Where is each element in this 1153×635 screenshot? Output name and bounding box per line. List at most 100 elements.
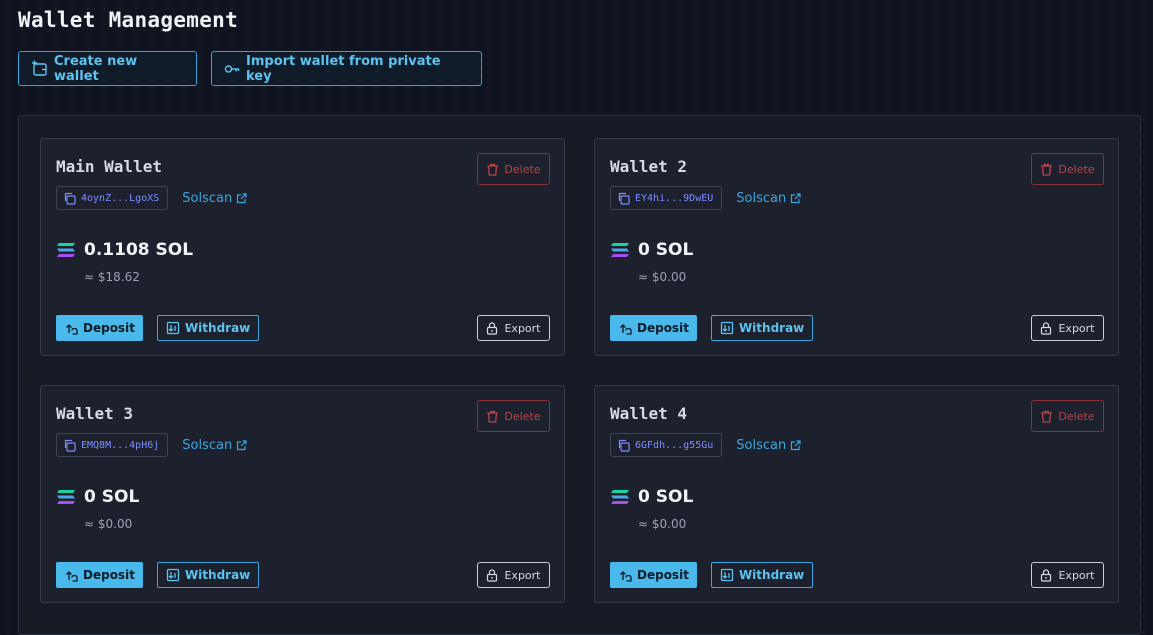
delete-label: Delete [504, 162, 541, 176]
solana-icon [56, 242, 76, 258]
solscan-label: Solscan [182, 437, 233, 453]
deposit-label: Deposit [83, 568, 135, 582]
delete-label: Delete [504, 409, 541, 423]
export-button[interactable]: Export [477, 315, 550, 341]
trash-icon [486, 163, 499, 176]
deposit-button[interactable]: Deposit [610, 562, 697, 588]
withdraw-label: Withdraw [184, 321, 251, 335]
copy-icon [617, 439, 630, 452]
withdraw-label: Withdraw [738, 321, 805, 335]
copy-icon [63, 439, 76, 452]
wallet-balance: 0 SOL [638, 487, 694, 507]
withdraw-icon [720, 568, 734, 582]
create-wallet-label: Create new wallet [54, 53, 138, 84]
withdraw-button[interactable]: Withdraw [156, 562, 260, 588]
solscan-label: Solscan [736, 437, 787, 453]
deposit-button[interactable]: Deposit [610, 315, 697, 341]
copy-address-button[interactable]: 6GFdh...g55Gu [610, 433, 723, 457]
solscan-link[interactable]: Solscan [736, 191, 801, 206]
wallet-card: Wallet 3 Delete EMQ8M...4pH6j Solscan 0 … [40, 385, 565, 603]
trash-icon [1040, 163, 1053, 176]
external-link-icon [790, 439, 801, 451]
export-label: Export [1058, 321, 1095, 335]
lock-icon [486, 321, 498, 335]
delete-label: Delete [1058, 409, 1095, 423]
key-icon [224, 61, 240, 77]
external-link-icon [790, 192, 801, 204]
withdraw-button[interactable]: Withdraw [710, 562, 814, 588]
wallet-card: Wallet 2 Delete EY4hi...9DwEU Solscan 0 … [594, 138, 1119, 356]
wallet-address: EMQ8M...4pH6j [81, 439, 160, 451]
trash-icon [1040, 410, 1053, 423]
copy-address-button[interactable]: 4oynZ...LgoXS [56, 186, 169, 210]
external-link-icon [236, 439, 247, 451]
export-label: Export [1058, 568, 1095, 582]
solana-icon [610, 242, 630, 258]
page-title: Wallet Management [18, 8, 239, 32]
wallet-usd-value: ≈ $18.62 [84, 270, 140, 284]
trash-icon [486, 410, 499, 423]
wallet-card: Wallet 4 Delete 6GFdh...g55Gu Solscan 0 … [594, 385, 1119, 603]
export-button[interactable]: Export [1031, 315, 1104, 341]
solscan-label: Solscan [736, 190, 787, 206]
wallet-name: Main Wallet [56, 157, 162, 176]
wallet-balance: 0 SOL [84, 487, 140, 507]
deposit-label: Deposit [637, 568, 689, 582]
wallet-balance: 0 SOL [638, 240, 694, 260]
create-wallet-button[interactable]: Create new wallet [18, 51, 197, 86]
wallet-address: EY4hi...9DwEU [635, 192, 714, 204]
delete-button[interactable]: Delete [477, 153, 550, 185]
copy-address-button[interactable]: EY4hi...9DwEU [610, 186, 723, 210]
export-label: Export [504, 568, 541, 582]
import-wallet-label: Import wallet from private key [246, 53, 441, 84]
deposit-label: Deposit [637, 321, 689, 335]
wallet-usd-value: ≈ $0.00 [638, 517, 687, 531]
delete-label: Delete [1058, 162, 1095, 176]
withdraw-label: Withdraw [738, 568, 805, 582]
copy-icon [617, 192, 630, 205]
wallet-address: 6GFdh...g55Gu [635, 439, 714, 451]
delete-button[interactable]: Delete [1031, 153, 1104, 185]
copy-address-button[interactable]: EMQ8M...4pH6j [56, 433, 169, 457]
deposit-icon [64, 321, 78, 335]
wallet-name: Wallet 3 [56, 404, 134, 423]
withdraw-icon [720, 321, 734, 335]
withdraw-icon [166, 321, 180, 335]
deposit-icon [64, 568, 78, 582]
deposit-icon [618, 568, 632, 582]
add-wallet-icon [31, 60, 48, 77]
solana-icon [610, 489, 630, 505]
export-button[interactable]: Export [1031, 562, 1104, 588]
copy-icon [63, 192, 76, 205]
withdraw-button[interactable]: Withdraw [156, 315, 260, 341]
wallet-usd-value: ≈ $0.00 [638, 270, 687, 284]
deposit-icon [618, 321, 632, 335]
solscan-link[interactable]: Solscan [182, 191, 247, 206]
lock-icon [1040, 568, 1052, 582]
wallet-address: 4oynZ...LgoXS [81, 192, 160, 204]
wallet-balance: 0.1108 SOL [84, 240, 194, 260]
withdraw-button[interactable]: Withdraw [710, 315, 814, 341]
solana-icon [56, 489, 76, 505]
lock-icon [1040, 321, 1052, 335]
wallet-usd-value: ≈ $0.00 [84, 517, 133, 531]
solscan-link[interactable]: Solscan [736, 438, 801, 453]
lock-icon [486, 568, 498, 582]
delete-button[interactable]: Delete [477, 400, 550, 432]
import-wallet-button[interactable]: Import wallet from private key [211, 51, 482, 86]
solscan-label: Solscan [182, 190, 233, 206]
wallets-panel: Main Wallet Delete 4oynZ...LgoXS Solscan… [18, 115, 1141, 635]
deposit-button[interactable]: Deposit [56, 562, 143, 588]
wallet-card: Main Wallet Delete 4oynZ...LgoXS Solscan… [40, 138, 565, 356]
withdraw-label: Withdraw [184, 568, 251, 582]
wallet-name: Wallet 4 [610, 404, 688, 423]
delete-button[interactable]: Delete [1031, 400, 1104, 432]
solscan-link[interactable]: Solscan [182, 438, 247, 453]
export-button[interactable]: Export [477, 562, 550, 588]
deposit-label: Deposit [83, 321, 135, 335]
external-link-icon [236, 192, 247, 204]
deposit-button[interactable]: Deposit [56, 315, 143, 341]
withdraw-icon [166, 568, 180, 582]
wallet-name: Wallet 2 [610, 157, 688, 176]
export-label: Export [504, 321, 541, 335]
